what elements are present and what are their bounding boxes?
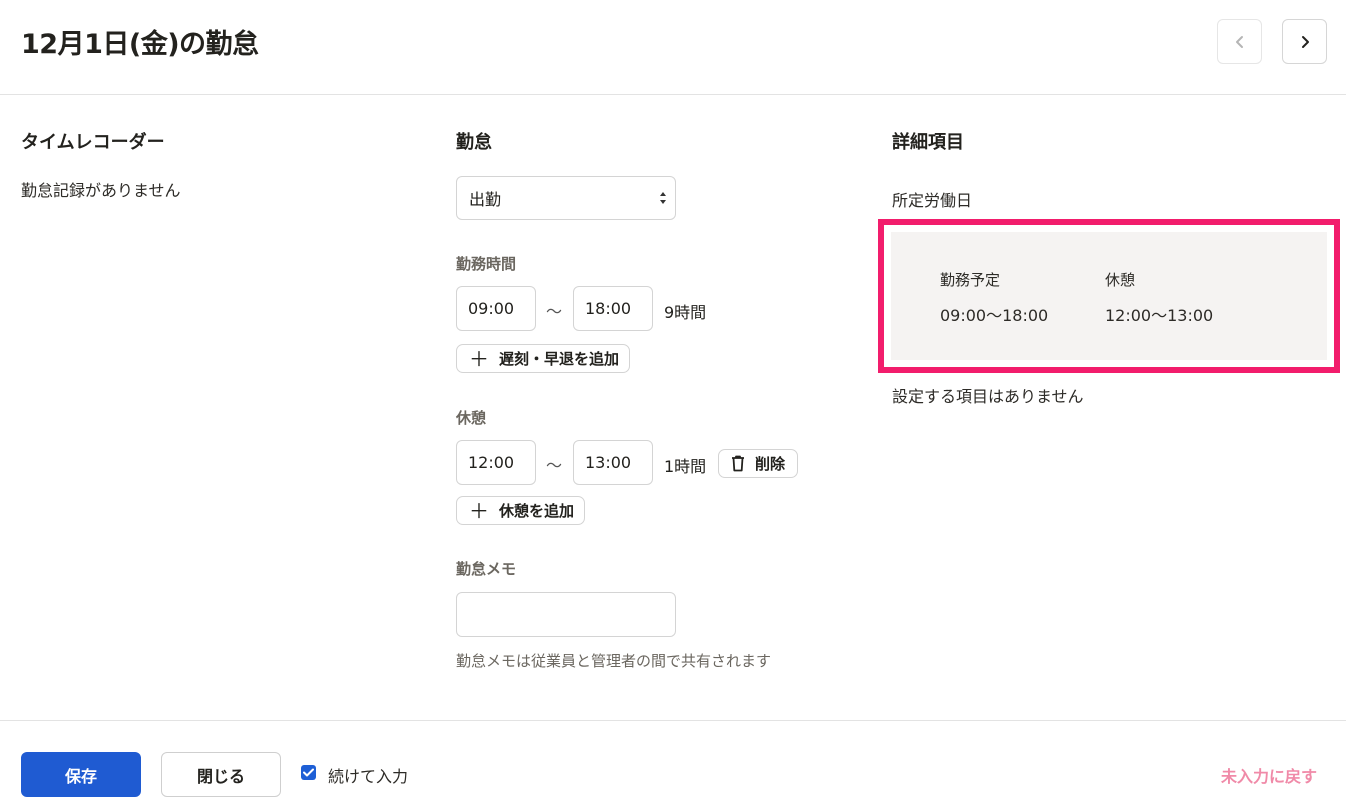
break-duration: 1時間 bbox=[664, 457, 707, 476]
work-time-label: 勤務時間 bbox=[456, 255, 517, 273]
chevron-left-icon bbox=[1235, 35, 1243, 48]
break-separator: 〜 bbox=[546, 456, 563, 475]
scheduled-work-label: 勤務予定 bbox=[940, 271, 1001, 289]
trash-icon bbox=[732, 455, 744, 472]
add-break-button[interactable]: ＋ 休憩を追加 bbox=[456, 496, 586, 525]
close-button[interactable]: 閉じる bbox=[161, 752, 281, 797]
add-late-early-label: 遅刻・早退を追加 bbox=[499, 350, 620, 368]
plus-icon: ＋ bbox=[469, 498, 489, 523]
day-type-text: 所定労働日 bbox=[892, 191, 973, 210]
delete-break-label: 削除 bbox=[755, 455, 786, 473]
memo-note: 勤怠メモは従業員と管理者の間で共有されます bbox=[456, 652, 772, 670]
header: 12月1日(金)の勤怠 bbox=[0, 0, 1346, 95]
attendance-title: 勤怠 bbox=[456, 132, 492, 153]
work-end-input[interactable]: 18:00 bbox=[573, 286, 653, 331]
select-arrows-icon bbox=[660, 192, 666, 204]
add-break-label: 休憩を追加 bbox=[499, 502, 575, 520]
details-title: 詳細項目 bbox=[892, 132, 964, 153]
page-title: 12月1日(金)の勤怠 bbox=[21, 29, 259, 60]
add-late-early-button[interactable]: ＋ 遅刻・早退を追加 bbox=[456, 344, 631, 373]
work-duration: 9時間 bbox=[664, 303, 707, 322]
continue-label[interactable]: 続けて入力 bbox=[328, 763, 408, 787]
break-label: 休憩 bbox=[456, 409, 487, 427]
scheduled-break-value: 12:00〜13:00 bbox=[1105, 306, 1214, 325]
work-start-input[interactable]: 09:00 bbox=[456, 286, 536, 331]
no-items-text: 設定する項目はありません bbox=[892, 387, 1084, 406]
reset-link[interactable]: 未入力に戻す bbox=[1221, 763, 1317, 787]
break-start-input[interactable]: 12:00 bbox=[456, 440, 536, 485]
schedule-box: 勤務予定 09:00〜18:00 休憩 12:00〜13:00 bbox=[891, 232, 1327, 360]
memo-label: 勤怠メモ bbox=[456, 560, 517, 578]
next-day-button[interactable] bbox=[1282, 19, 1327, 64]
time-recorder-title: タイムレコーダー bbox=[21, 132, 165, 153]
break-end-input[interactable]: 13:00 bbox=[573, 440, 653, 485]
scheduled-break-label: 休憩 bbox=[1105, 271, 1136, 289]
chevron-right-icon bbox=[1301, 35, 1309, 48]
save-button[interactable]: 保存 bbox=[21, 752, 141, 797]
scheduled-work-value: 09:00〜18:00 bbox=[940, 306, 1049, 325]
schedule-highlight: 勤務予定 09:00〜18:00 休憩 12:00〜13:00 bbox=[878, 219, 1340, 373]
continue-checkbox[interactable] bbox=[301, 765, 316, 780]
work-time-separator: 〜 bbox=[546, 302, 563, 321]
attendance-type-value: 出勤 bbox=[469, 190, 502, 209]
delete-break-button[interactable]: 削除 bbox=[718, 449, 799, 478]
time-recorder-empty-text: 勤怠記録がありません bbox=[21, 181, 181, 200]
footer: 保存 閉じる 続けて入力 未入力に戻す bbox=[0, 720, 1346, 810]
check-icon bbox=[303, 768, 314, 777]
attendance-type-select[interactable]: 出勤 bbox=[456, 176, 676, 220]
plus-icon: ＋ bbox=[469, 346, 489, 371]
memo-input[interactable] bbox=[456, 592, 676, 637]
prev-day-button[interactable] bbox=[1217, 19, 1262, 64]
